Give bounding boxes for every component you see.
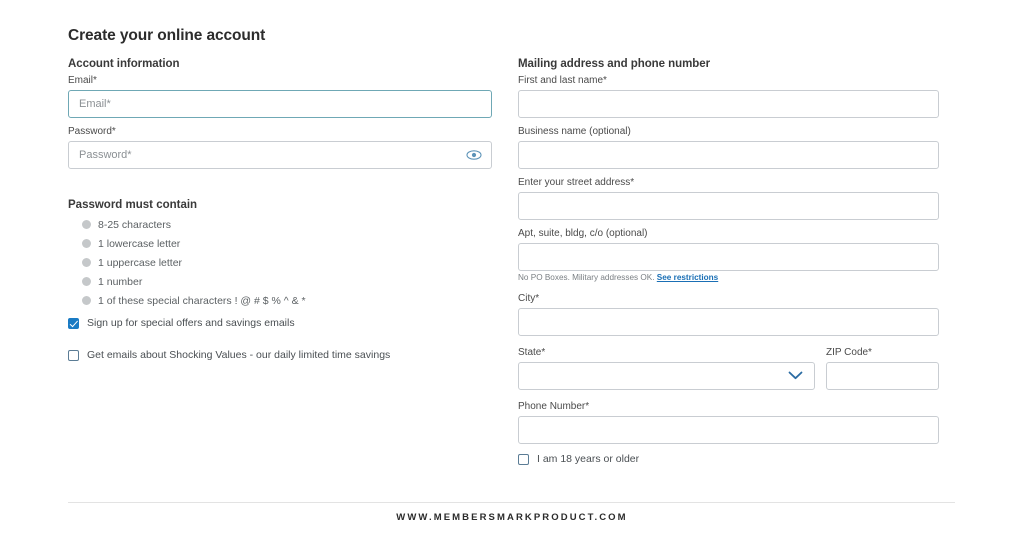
marketing-optin-label: Sign up for special offers and savings e…: [87, 317, 295, 329]
requirement-label: 1 uppercase letter: [98, 256, 183, 269]
eye-icon[interactable]: [466, 150, 482, 161]
password-input[interactable]: Password*: [68, 141, 492, 169]
business-name-field-group: Business name (optional): [518, 125, 939, 169]
password-field-group: Password* Password*: [68, 125, 492, 169]
business-name-input[interactable]: [518, 141, 939, 169]
full-name-label: First and last name*: [518, 75, 607, 86]
po-box-note-text: No PO Boxes. Military addresses OK.: [518, 273, 655, 282]
zip-label: ZIP Code*: [826, 347, 872, 358]
account-information-heading: Account information: [68, 58, 180, 70]
phone-label: Phone Number*: [518, 401, 590, 412]
shocking-values-optin-checkbox[interactable]: [68, 349, 79, 361]
list-item: 8-25 characters: [82, 215, 492, 234]
password-input-wrapper: Password*: [68, 141, 492, 169]
footer-divider: [68, 502, 955, 503]
list-item: 1 lowercase letter: [82, 234, 492, 253]
full-name-field-group: First and last name*: [518, 74, 939, 118]
requirement-status-icon: [82, 277, 91, 286]
age-confirm-checkbox[interactable]: [518, 453, 529, 465]
street-address-field-group: Enter your street address*: [518, 176, 939, 220]
requirement-status-icon: [82, 296, 91, 305]
requirement-label: 1 of these special characters ! @ # $ % …: [98, 294, 306, 307]
marketing-optin-row[interactable]: Sign up for special offers and savings e…: [68, 317, 492, 329]
email-field-group: Email* Email*: [68, 74, 492, 118]
list-item: 1 number: [82, 272, 492, 291]
street-address-label: Enter your street address*: [518, 177, 635, 188]
marketing-optin-checkbox[interactable]: [68, 317, 79, 329]
state-field-group: State*: [518, 346, 815, 390]
state-select-wrapper: [518, 362, 815, 390]
footer-url: WWW.MEMBERSMARKPRODUCT.COM: [396, 512, 628, 523]
shocking-values-optin-label: Get emails about Shocking Values - our d…: [87, 349, 391, 361]
street-address-input[interactable]: [518, 192, 939, 220]
po-box-note: No PO Boxes. Military addresses OK. See …: [518, 272, 939, 283]
phone-input[interactable]: [518, 416, 939, 444]
apt-field-group: Apt, suite, bldg, c/o (optional): [518, 227, 939, 271]
state-select[interactable]: [518, 362, 815, 390]
city-field-group: City*: [518, 292, 939, 336]
password-label: Password*: [68, 126, 116, 137]
mailing-address-column: Mailing address and phone number First a…: [518, 58, 939, 465]
state-label: State*: [518, 347, 546, 358]
password-rules-list: 8-25 characters 1 lowercase letter 1 upp…: [68, 215, 492, 310]
mailing-address-heading: Mailing address and phone number: [518, 58, 711, 70]
city-input[interactable]: [518, 308, 939, 336]
password-rules-heading: Password must contain: [68, 199, 198, 211]
apt-label: Apt, suite, bldg, c/o (optional): [518, 228, 648, 239]
age-confirm-label: I am 18 years or older: [537, 453, 640, 465]
email-placeholder: Email*: [79, 98, 111, 110]
list-item: 1 uppercase letter: [82, 253, 492, 272]
requirement-status-icon: [82, 258, 91, 267]
apt-input[interactable]: [518, 243, 939, 271]
page-title: Create your online account: [68, 27, 266, 44]
requirement-status-icon: [82, 239, 91, 248]
list-item: 1 of these special characters ! @ # $ % …: [82, 291, 492, 310]
requirement-label: 1 lowercase letter: [98, 237, 181, 250]
requirement-label: 8-25 characters: [98, 218, 171, 231]
full-name-input[interactable]: [518, 90, 939, 118]
shocking-values-optin-row[interactable]: Get emails about Shocking Values - our d…: [68, 349, 492, 361]
business-name-label: Business name (optional): [518, 126, 631, 137]
email-input[interactable]: Email*: [68, 90, 492, 118]
city-label: City*: [518, 293, 540, 304]
state-zip-row: State* ZIP Code*: [518, 346, 939, 390]
see-restrictions-link[interactable]: See restrictions: [657, 273, 718, 282]
account-information-column: Account information Email* Email* Passwo…: [68, 58, 492, 361]
signup-page: Create your online account Account infor…: [0, 0, 1024, 538]
phone-field-group: Phone Number*: [518, 400, 939, 444]
requirement-label: 1 number: [98, 275, 143, 288]
requirement-status-icon: [82, 220, 91, 229]
password-placeholder: Password*: [79, 149, 132, 161]
zip-input[interactable]: [826, 362, 939, 390]
email-label: Email*: [68, 75, 97, 86]
age-confirm-row[interactable]: I am 18 years or older: [518, 453, 939, 465]
zip-field-group: ZIP Code*: [826, 346, 939, 390]
